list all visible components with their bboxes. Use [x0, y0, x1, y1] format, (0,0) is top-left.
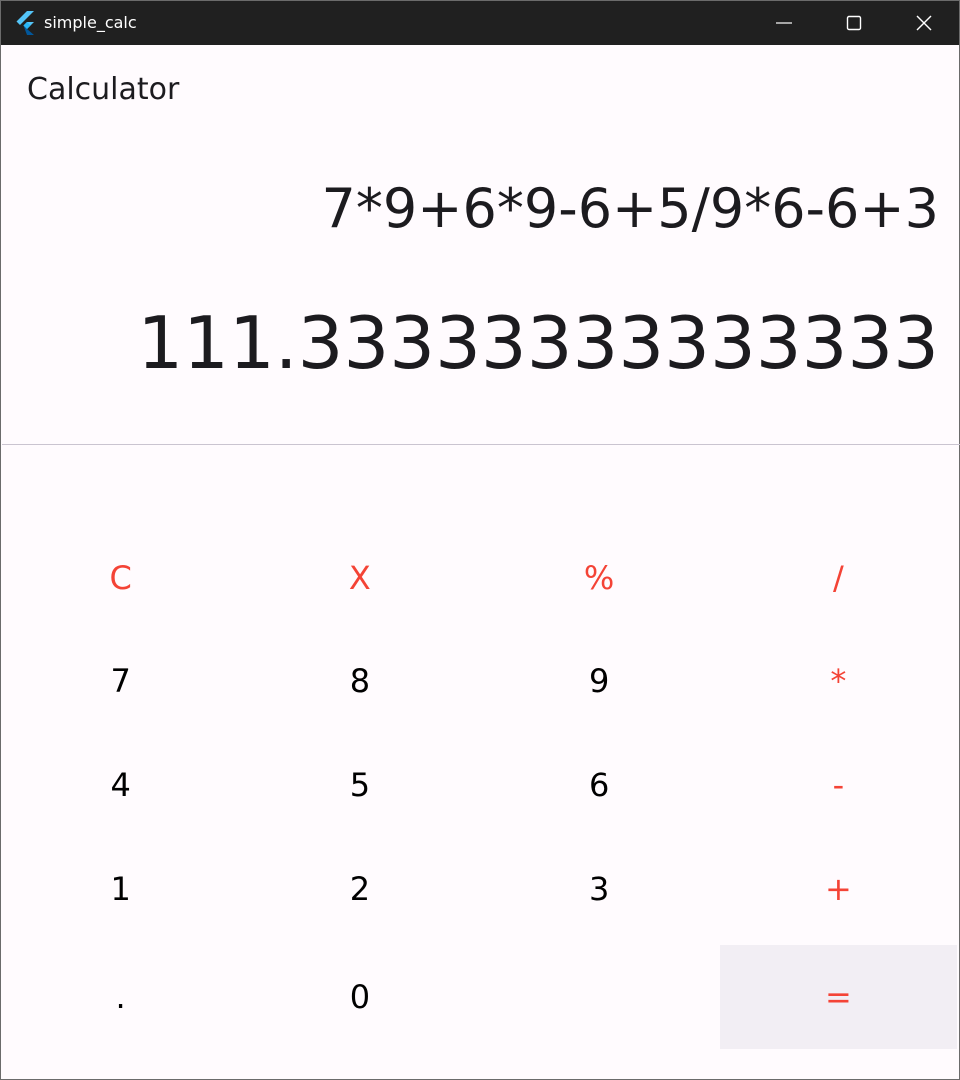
window-title: simple_calc: [44, 13, 137, 32]
key-6[interactable]: 6: [480, 735, 718, 835]
minimize-icon: [776, 22, 792, 24]
app-window: simple_calc Calculator 7*9+6*9-6+5/9*6-6…: [0, 0, 960, 1080]
key-5[interactable]: 5: [241, 735, 479, 835]
minimize-button[interactable]: [749, 1, 819, 45]
key-equals[interactable]: =: [719, 945, 957, 1049]
key-percent[interactable]: %: [480, 531, 718, 625]
close-icon: [916, 15, 932, 31]
key-add[interactable]: +: [719, 839, 957, 939]
close-button[interactable]: [889, 1, 959, 45]
key-8[interactable]: 8: [241, 631, 479, 731]
key-decimal[interactable]: .: [2, 945, 240, 1049]
window-titlebar[interactable]: simple_calc: [1, 1, 959, 45]
key-3[interactable]: 3: [480, 839, 718, 939]
key-1[interactable]: 1: [2, 839, 240, 939]
key-7[interactable]: 7: [2, 631, 240, 731]
key-backspace[interactable]: X: [241, 531, 479, 625]
key-divide[interactable]: /: [719, 531, 957, 625]
key-clear[interactable]: C: [2, 531, 240, 625]
keypad: C X % / 7 8 9 * 4 5 6 - 1 2 3 + . 0 =: [2, 531, 959, 1049]
key-subtract[interactable]: -: [719, 735, 957, 835]
key-0[interactable]: 0: [241, 945, 479, 1049]
key-2[interactable]: 2: [241, 839, 479, 939]
expression-display: 7*9+6*9-6+5/9*6-6+3: [321, 177, 939, 240]
flutter-logo-icon: [15, 11, 37, 35]
divider: [2, 444, 960, 445]
key-4[interactable]: 4: [2, 735, 240, 835]
key-multiply[interactable]: *: [719, 631, 957, 731]
key-blank: [480, 945, 718, 1049]
key-9[interactable]: 9: [480, 631, 718, 731]
maximize-icon: [846, 15, 862, 31]
maximize-button[interactable]: [819, 1, 889, 45]
result-display: 111.33333333333333: [137, 301, 939, 385]
page-title: Calculator: [27, 72, 180, 107]
